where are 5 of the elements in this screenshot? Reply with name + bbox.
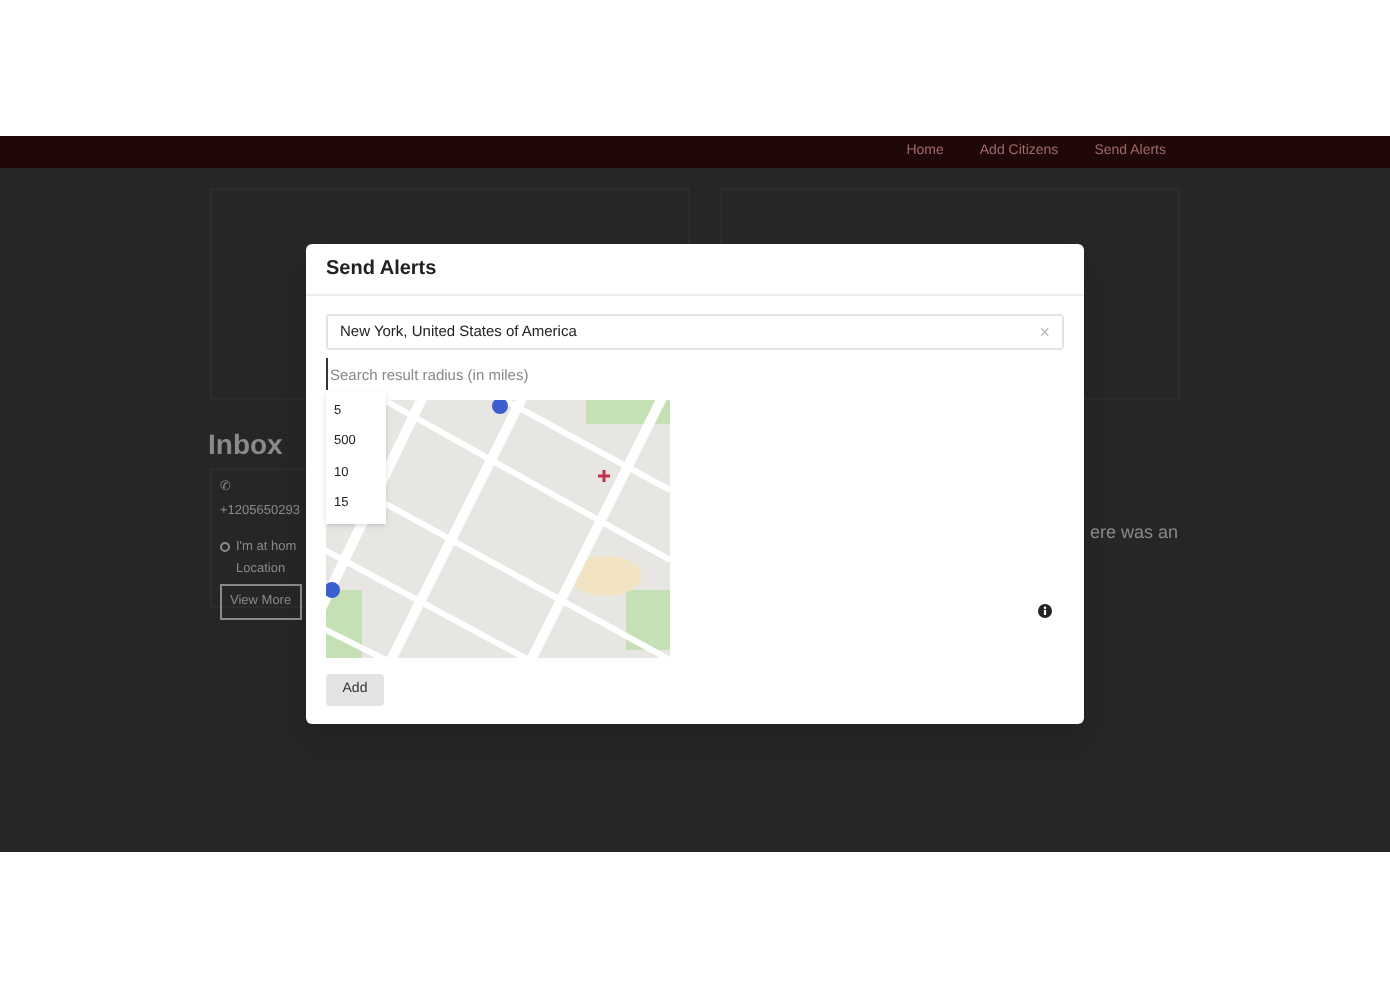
info-icon[interactable]	[1038, 604, 1052, 618]
dialog-title: Send Alerts	[326, 256, 437, 284]
radio-icon	[220, 541, 230, 552]
inbox-heading: Inbox	[208, 426, 283, 464]
body-text: ere was an	[1090, 520, 1179, 546]
